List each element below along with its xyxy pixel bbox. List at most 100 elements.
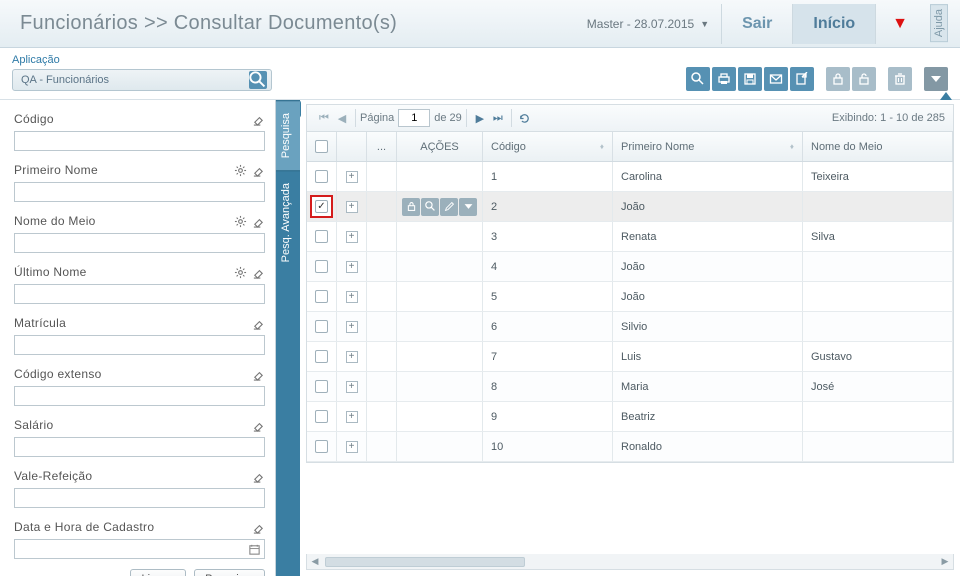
table-row[interactable]: +6Silvio (307, 312, 953, 342)
row-expand-cell[interactable]: + (337, 402, 367, 431)
checkbox[interactable] (315, 320, 328, 333)
expand-icon[interactable]: + (346, 171, 358, 183)
row-expand-cell[interactable]: + (337, 312, 367, 341)
expand-icon[interactable]: + (346, 381, 358, 393)
toolbar-unlock-button[interactable] (852, 67, 876, 91)
expand-icon[interactable]: + (346, 201, 358, 213)
expand-icon[interactable]: + (346, 261, 358, 273)
table-row[interactable]: +4João (307, 252, 953, 282)
table-row[interactable]: +1CarolinaTeixeira (307, 162, 953, 192)
toolbar-delete-button[interactable] (888, 67, 912, 91)
header-nome-meio[interactable]: Nome do Meio (803, 132, 953, 161)
expand-icon[interactable]: + (346, 441, 358, 453)
row-checkbox-cell[interactable] (307, 252, 337, 281)
row-checkbox-cell[interactable] (307, 192, 337, 221)
row-expand-cell[interactable]: + (337, 252, 367, 281)
toolbar-export-button[interactable] (790, 67, 814, 91)
scroll-right-icon[interactable]: ▶ (937, 555, 953, 569)
table-row[interactable]: +9Beatriz (307, 402, 953, 432)
checkbox[interactable] (315, 380, 328, 393)
text-input[interactable] (14, 182, 265, 202)
clear-button[interactable]: Limpar (130, 569, 186, 576)
checkbox[interactable] (315, 260, 328, 273)
header-primeiro-nome[interactable]: Primeiro Nome♦ (613, 132, 803, 161)
expand-icon[interactable]: + (346, 351, 358, 363)
scroll-left-icon[interactable]: ◀ (307, 555, 323, 569)
text-input[interactable] (14, 233, 265, 253)
user-menu[interactable]: Master - 28.07.2015 ▼ (587, 17, 709, 31)
application-selector[interactable]: QA - Funcionários (12, 69, 272, 91)
gear-icon[interactable] (233, 265, 247, 279)
expand-icon[interactable]: + (346, 411, 358, 423)
toolbar-print-button[interactable] (712, 67, 736, 91)
checkbox[interactable] (315, 290, 328, 303)
row-view-button[interactable] (421, 198, 439, 216)
toolbar-save-button[interactable] (738, 67, 762, 91)
row-expand-cell[interactable]: + (337, 162, 367, 191)
logout-button[interactable]: Sair (721, 4, 792, 44)
table-row[interactable]: +10Ronaldo (307, 432, 953, 462)
text-input[interactable] (14, 488, 265, 508)
text-input[interactable] (14, 284, 265, 304)
row-expand-cell[interactable]: + (337, 342, 367, 371)
row-checkbox-cell[interactable] (307, 432, 337, 461)
eraser-icon[interactable] (251, 112, 265, 126)
checkbox[interactable] (315, 410, 328, 423)
text-input[interactable] (14, 386, 265, 406)
eraser-icon[interactable] (251, 316, 265, 330)
home-button[interactable]: Início (792, 4, 875, 44)
eraser-icon[interactable] (251, 520, 265, 534)
checkbox[interactable] (315, 350, 328, 363)
eraser-icon[interactable] (251, 469, 265, 483)
text-input[interactable] (14, 335, 265, 355)
row-checkbox-cell[interactable] (307, 162, 337, 191)
gear-icon[interactable] (233, 214, 247, 228)
row-checkbox-cell[interactable] (307, 372, 337, 401)
row-checkbox-cell[interactable] (307, 222, 337, 251)
table-row[interactable]: +8MariaJosé (307, 372, 953, 402)
checkbox[interactable] (315, 440, 328, 453)
search-button[interactable]: Pesquisar (194, 569, 265, 576)
text-input[interactable] (14, 131, 265, 151)
alert-button[interactable]: ▼ (875, 4, 924, 44)
prev-page-button[interactable]: ◀ (333, 109, 351, 127)
expand-icon[interactable]: + (346, 291, 358, 303)
expand-icon[interactable]: + (346, 321, 358, 333)
collapse-toolbar-icon[interactable] (940, 92, 952, 100)
calendar-icon[interactable] (244, 543, 264, 556)
header-codigo[interactable]: Código♦ (483, 132, 613, 161)
eraser-icon[interactable] (251, 163, 265, 177)
row-checkbox-cell[interactable] (307, 342, 337, 371)
row-expand-cell[interactable]: + (337, 192, 367, 221)
toolbar-mail-button[interactable] (764, 67, 788, 91)
first-page-button[interactable]: ⏮ (315, 109, 333, 127)
scrollbar-thumb[interactable] (325, 557, 525, 567)
last-page-button[interactable]: ⏭ (489, 109, 507, 127)
eraser-icon[interactable] (251, 367, 265, 381)
row-checkbox-cell[interactable] (307, 282, 337, 311)
eraser-icon[interactable] (251, 418, 265, 432)
row-expand-cell[interactable]: + (337, 222, 367, 251)
expand-icon[interactable]: + (346, 231, 358, 243)
row-checkbox-cell[interactable] (307, 312, 337, 341)
row-menu-button[interactable] (459, 198, 477, 216)
tab-pesquisa-avancada[interactable]: Pesq. Avançada (276, 170, 300, 274)
header-select-all[interactable] (307, 132, 337, 161)
row-checkbox-cell[interactable] (307, 402, 337, 431)
row-expand-cell[interactable]: + (337, 432, 367, 461)
row-expand-cell[interactable]: + (337, 282, 367, 311)
table-row[interactable]: +2João (307, 192, 953, 222)
gear-icon[interactable] (233, 163, 247, 177)
checkbox[interactable] (315, 230, 328, 243)
checkbox[interactable] (315, 170, 328, 183)
table-row[interactable]: +7LuisGustavo (307, 342, 953, 372)
text-input[interactable] (14, 437, 265, 457)
table-row[interactable]: +3RenataSilva (307, 222, 953, 252)
checkbox[interactable] (315, 200, 328, 213)
tab-pesquisa[interactable]: Pesquisa (276, 100, 300, 170)
eraser-icon[interactable] (251, 265, 265, 279)
table-row[interactable]: +5João (307, 282, 953, 312)
toolbar-lock-button[interactable] (826, 67, 850, 91)
toolbar-more-button[interactable] (924, 67, 948, 91)
row-expand-cell[interactable]: + (337, 372, 367, 401)
